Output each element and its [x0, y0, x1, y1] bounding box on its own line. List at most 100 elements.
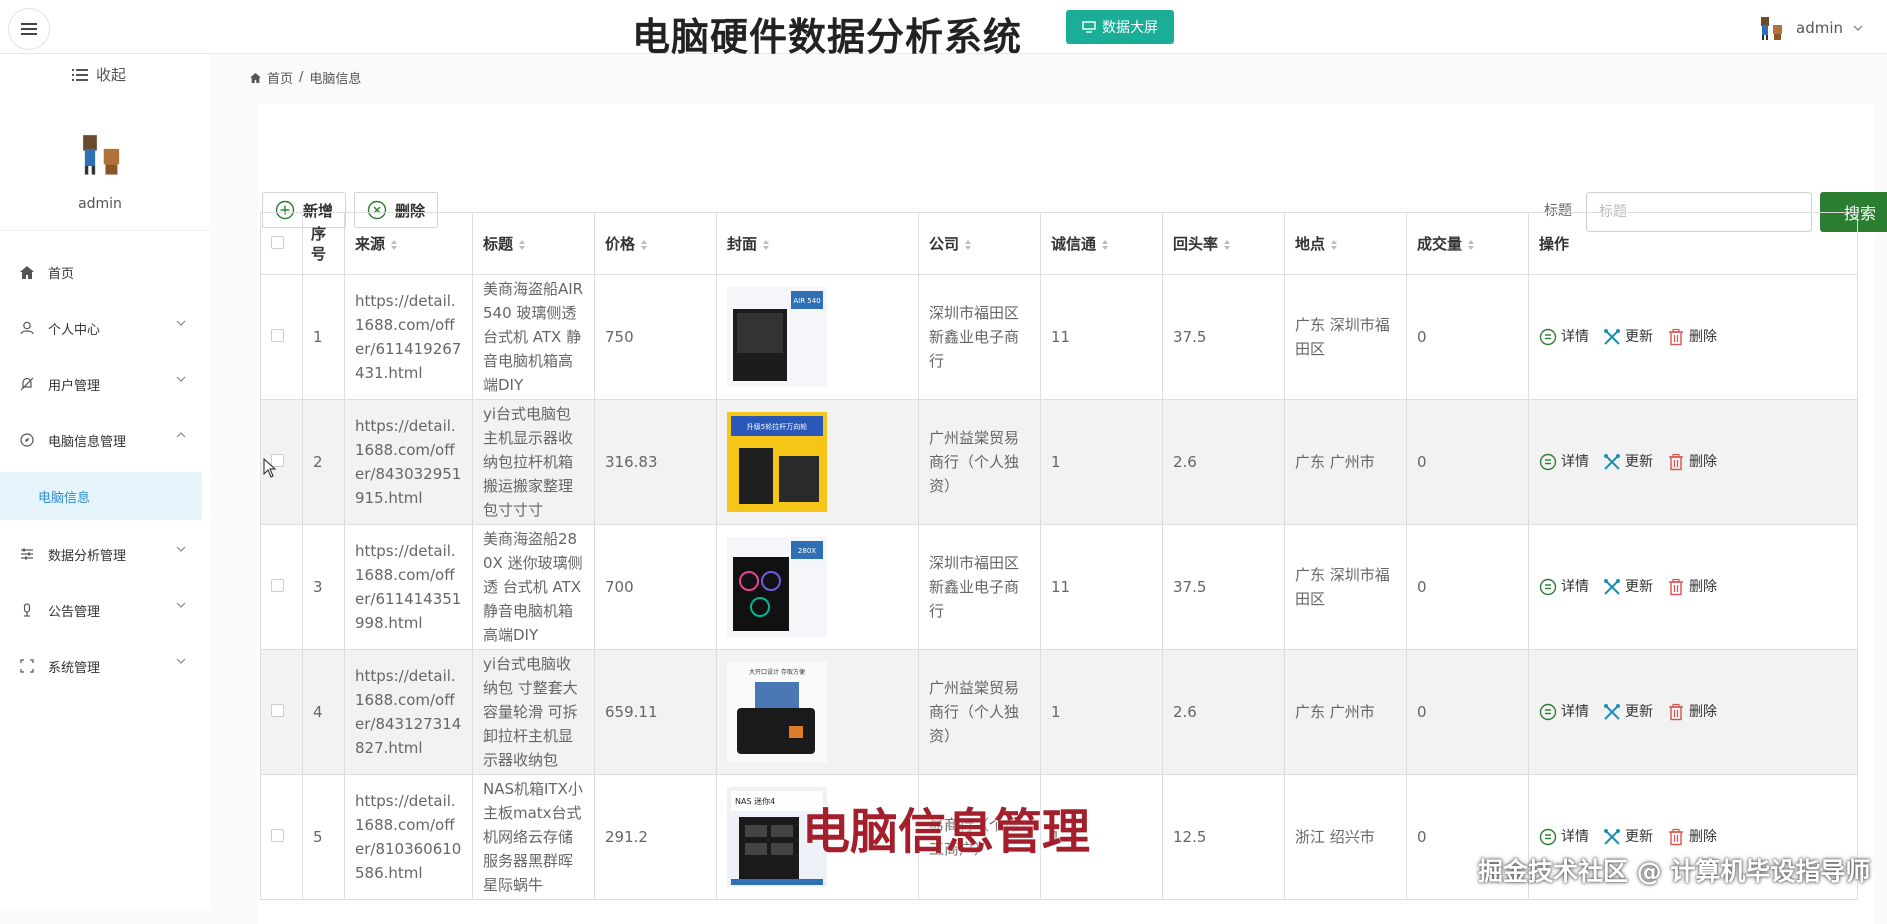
- compass-icon: [20, 433, 34, 447]
- sidebar-item-system[interactable]: 系统管理: [0, 640, 200, 692]
- row-select-cell: [260, 524, 303, 650]
- row-company: 深圳市福田区新鑫业电子商行: [918, 524, 1041, 650]
- table-row: 4 https://detail.1688.com/offer/84312731…: [260, 649, 1858, 775]
- row-price: 750: [594, 274, 717, 400]
- row-checkbox[interactable]: [271, 704, 284, 717]
- breadcrumb-current: 电脑信息: [309, 72, 362, 87]
- update-button[interactable]: 更新: [1603, 825, 1653, 849]
- cover-label: 大开口设计 存取方便: [749, 668, 805, 676]
- column-header[interactable]: 价格: [594, 212, 717, 275]
- top-bar: 电脑硬件数据分析系统 数据大屏 admin: [0, 0, 1887, 59]
- user-menu[interactable]: admin: [1758, 14, 1863, 42]
- row-index: 3: [302, 524, 345, 650]
- column-header[interactable]: 封面: [716, 212, 919, 275]
- detail-button[interactable]: 详情: [1539, 450, 1589, 474]
- sort-icon[interactable]: [965, 239, 972, 250]
- row-source: https://detail.1688.com/offer/8103606105…: [344, 774, 473, 900]
- avatar: [83, 135, 120, 175]
- column-header[interactable]: 回头率: [1162, 212, 1285, 275]
- cover-label: 升级5轮拉杆万向轮: [747, 422, 807, 431]
- detail-button[interactable]: 详情: [1539, 325, 1589, 349]
- collapse-label: 收起: [96, 66, 127, 84]
- row-return-rate: 37.5: [1162, 274, 1285, 400]
- delete-label: 删除: [1689, 704, 1717, 720]
- detail-button[interactable]: 详情: [1539, 575, 1589, 599]
- row-cover: 升级5轮拉杆万向轮: [716, 399, 919, 525]
- breadcrumb-home[interactable]: 首页: [267, 68, 293, 87]
- mouse-cursor-icon: [263, 458, 277, 478]
- home-icon: [250, 72, 261, 83]
- delete-button[interactable]: 删除: [1667, 825, 1717, 849]
- delete-button[interactable]: 删除: [1667, 325, 1717, 349]
- column-header[interactable]: 来源: [344, 212, 473, 275]
- sidebar-item-users[interactable]: 用户管理: [0, 358, 200, 410]
- row-title: yi台式电脑收纳包 寸整套大容量轮滑 可拆卸拉杆主机显示器收纳包: [472, 649, 595, 775]
- delete-button[interactable]: 删除: [1667, 575, 1717, 599]
- trash-icon: [1669, 453, 1683, 471]
- main-content: 首页 / 电脑信息 新增 删除 标题 搜索 序号 来源 标题 价格 封面 公司 …: [210, 54, 1887, 924]
- row-source: https://detail.1688.com/offer/8431273148…: [344, 649, 473, 775]
- sidebar-item-profile[interactable]: 个人中心: [0, 302, 200, 354]
- sort-icon[interactable]: [641, 239, 648, 250]
- row-select-cell: [260, 774, 303, 900]
- row-return-rate: 2.6: [1162, 649, 1285, 775]
- update-label: 更新: [1625, 579, 1653, 595]
- detail-label: 详情: [1561, 329, 1589, 345]
- sidebar-item-announcements[interactable]: 公告管理: [0, 584, 200, 636]
- delete-button[interactable]: 删除: [1667, 450, 1717, 474]
- update-label: 更新: [1625, 829, 1653, 845]
- row-price: 291.2: [594, 774, 717, 900]
- sidebar-subitem-computer-info[interactable]: 电脑信息: [0, 472, 202, 520]
- table-row: 3 https://detail.1688.com/offer/61141435…: [260, 524, 1858, 650]
- detail-button[interactable]: 详情: [1539, 825, 1589, 849]
- collapse-button[interactable]: 收起: [72, 64, 126, 85]
- chevron-down-icon: [176, 376, 186, 382]
- delete-label: 删除: [1689, 329, 1717, 345]
- column-header[interactable]: 诚信通: [1040, 212, 1163, 275]
- sliders-icon: [21, 548, 33, 560]
- detail-button[interactable]: 详情: [1539, 700, 1589, 724]
- update-button[interactable]: 更新: [1603, 700, 1653, 724]
- delete-button[interactable]: 删除: [1667, 700, 1717, 724]
- sort-icon[interactable]: [1331, 239, 1338, 250]
- row-checkbox[interactable]: [271, 329, 284, 342]
- delete-label: 删除: [1689, 579, 1717, 595]
- update-button[interactable]: 更新: [1603, 450, 1653, 474]
- column-header[interactable]: 标题: [472, 212, 595, 275]
- sort-icon[interactable]: [763, 239, 770, 250]
- sort-icon[interactable]: [519, 239, 526, 250]
- sidebar-item-data-analysis[interactable]: 数据分析管理: [0, 528, 200, 580]
- top-username: admin: [1796, 19, 1843, 37]
- row-actions: 详情 更新 删除: [1528, 524, 1858, 650]
- update-button[interactable]: 更新: [1603, 575, 1653, 599]
- update-button[interactable]: 更新: [1603, 325, 1653, 349]
- sidebar-item-computer-info[interactable]: 电脑信息管理: [0, 414, 200, 466]
- row-return-rate: 12.5: [1162, 774, 1285, 900]
- column-header-label: 公司: [929, 235, 960, 253]
- column-header[interactable]: 公司: [918, 212, 1041, 275]
- cover-label: AIR 540: [793, 297, 820, 305]
- row-location: 广东 深圳市福田区: [1284, 524, 1407, 650]
- sort-icon[interactable]: [1468, 239, 1475, 250]
- row-volume: 0: [1406, 274, 1529, 400]
- sort-icon[interactable]: [1224, 239, 1231, 250]
- row-return-rate: 37.5: [1162, 524, 1285, 650]
- row-cover: 280X: [716, 524, 919, 650]
- detail-icon: [1539, 453, 1557, 471]
- select-all-checkbox[interactable]: [271, 235, 284, 249]
- column-header[interactable]: 地点: [1284, 212, 1407, 275]
- update-label: 更新: [1625, 454, 1653, 470]
- tools-icon: [1604, 579, 1620, 595]
- row-checkbox[interactable]: [271, 829, 284, 842]
- row-checkbox[interactable]: [271, 579, 284, 592]
- trash-icon: [1669, 578, 1683, 596]
- column-header[interactable]: 成交量: [1406, 212, 1529, 275]
- row-index: 5: [302, 774, 345, 900]
- sort-icon[interactable]: [391, 239, 398, 250]
- sidebar-username: admin: [78, 196, 122, 212]
- table-header-row: 序号 来源 标题 价格 封面 公司 诚信通 回头率 地点 成交量 操作: [260, 212, 1858, 275]
- dashboard-button[interactable]: 数据大屏: [1066, 10, 1174, 44]
- menu-toggle-button[interactable]: [8, 8, 50, 50]
- sort-icon[interactable]: [1102, 239, 1109, 250]
- sidebar-item-home[interactable]: 首页: [0, 246, 200, 298]
